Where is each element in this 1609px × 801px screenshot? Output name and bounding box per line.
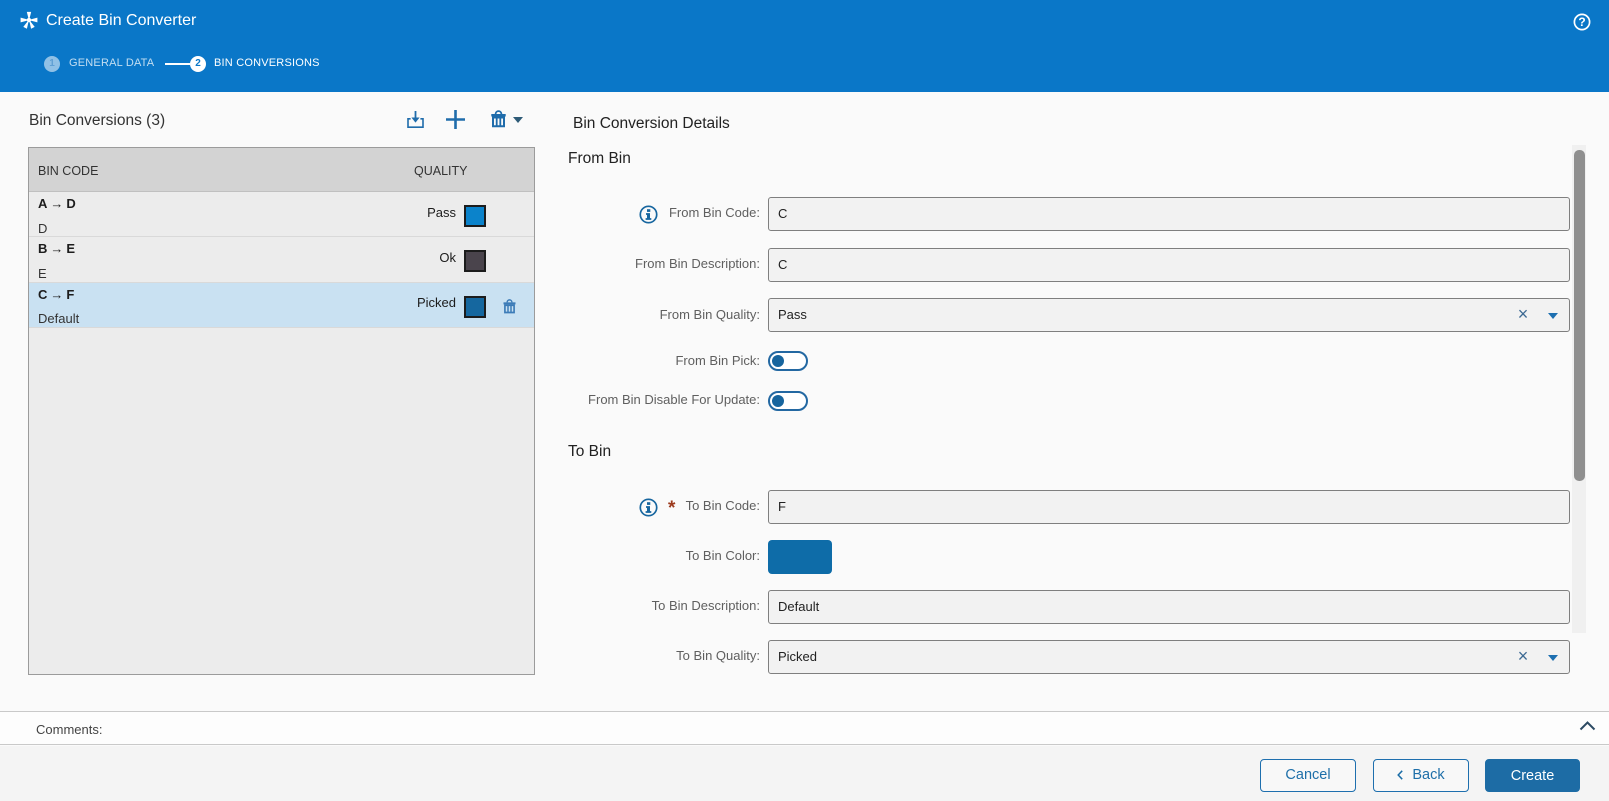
svg-text:?: ?: [1578, 15, 1585, 29]
